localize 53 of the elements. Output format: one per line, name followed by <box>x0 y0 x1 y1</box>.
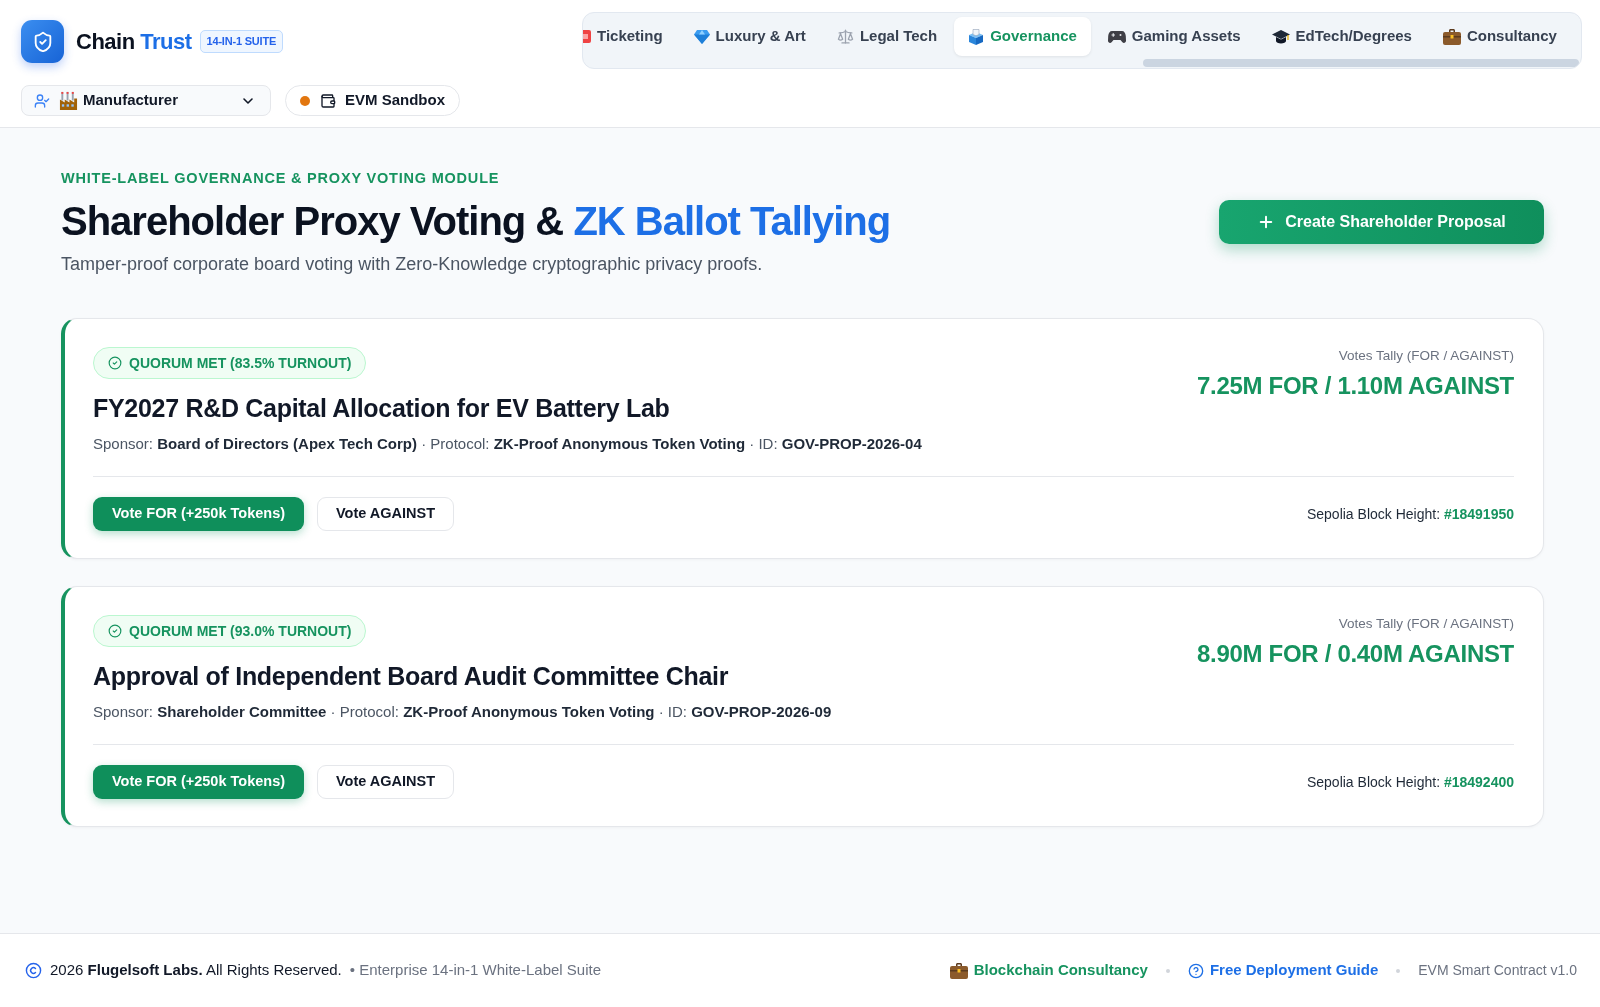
user-check-icon <box>34 92 50 109</box>
shield-logo-icon <box>21 20 64 63</box>
ticket-icon <box>583 30 591 43</box>
module-tab[interactable]: Governance <box>954 17 1091 56</box>
factory-icon <box>59 91 78 110</box>
suite-badge: 14-IN-1 SUITE <box>199 30 284 53</box>
role-select[interactable]: Manufacturer <box>21 85 271 116</box>
module-tab[interactable]: Ticketing <box>583 17 677 56</box>
proposal-meta: Sponsor: Board of Directors (Apex Tech Corp) · Protocol: ZK-Proof Anonymous Token Voting · ID: GOV-PROP-2026-04 <box>93 434 922 454</box>
copyright-text: 2026 Flugelsoft Labs. All Rights Reserved. <box>50 960 342 981</box>
block-height-text: Sepolia Block Height: #18492400 <box>1306 772 1514 792</box>
check-circle-icon <box>108 356 122 370</box>
deployment-guide-link[interactable]: Free Deployment Guide <box>1187 959 1379 982</box>
quorum-status-text: QUORUM MET (93.0% TURNOUT) <box>129 621 352 641</box>
create-proposal-button[interactable]: Create Shareholder Proposal <box>1219 200 1544 244</box>
page-title: Shareholder Proxy Voting & ZK Ballot Tallying <box>61 198 891 244</box>
module-tab[interactable]: EdTech/Degrees <box>1257 17 1426 56</box>
network-pill[interactable]: EVM Sandbox <box>285 85 460 116</box>
briefcase-icon <box>1442 28 1461 45</box>
scrollbar-thumb[interactable] <box>1143 59 1579 67</box>
wallet-icon <box>320 92 336 109</box>
proposal-title: Approval of Independent Board Audit Committee Chair <box>93 661 729 691</box>
brand-name: Chain Trust <box>76 28 192 56</box>
vote-tally: 8.90M FOR / 0.40M AGAINST <box>1196 639 1514 669</box>
ballot-box-icon <box>968 28 985 45</box>
vote-for-button[interactable]: Vote FOR (+250k Tokens) <box>93 497 304 531</box>
edition-text: • Enterprise 14-in-1 White-Label Suite <box>349 960 601 981</box>
vote-for-button[interactable]: Vote FOR (+250k Tokens) <box>93 765 304 799</box>
consultancy-link[interactable]: Blockchain Consultancy <box>949 959 1148 982</box>
module-tab[interactable]: Consultancy <box>1428 17 1571 56</box>
help-icon <box>1187 962 1204 979</box>
page-subtitle: Tamper-proof corporate board voting with Zero-Knowledge cryptographic privacy proofs. <box>61 253 764 276</box>
game-controller-icon <box>1107 29 1126 44</box>
diamond-icon <box>693 29 710 44</box>
check-circle-icon <box>108 624 122 638</box>
section-eyebrow: WHITE-LABEL GOVERNANCE & PROXY VOTING MODULE <box>61 169 501 188</box>
module-tab[interactable]: Legal Tech <box>822 17 952 56</box>
vote-tally: 7.25M FOR / 1.10M AGAINST <box>1196 371 1514 401</box>
vote-against-button[interactable]: Vote AGAINST <box>317 765 454 799</box>
proposal-title: FY2027 R&D Capital Allocation for EV Battery Lab <box>93 393 670 423</box>
tally-label: Votes Tally (FOR / AGAINST) <box>1338 347 1514 365</box>
module-tab[interactable]: Gaming Assets <box>1093 17 1255 56</box>
graduation-cap-icon <box>1271 29 1290 44</box>
vote-against-button[interactable]: Vote AGAINST <box>317 497 454 531</box>
version-text: EVM Smart Contract v1.0 <box>1418 961 1577 980</box>
quorum-status-text: QUORUM MET (83.5% TURNOUT) <box>129 353 352 373</box>
copyright-icon <box>25 962 42 979</box>
tally-label: Votes Tally (FOR / AGAINST) <box>1338 615 1514 633</box>
proposal-meta: Sponsor: Shareholder Committee · Protocol: ZK-Proof Anonymous Token Voting · ID: GOV-PROP-2026-09 <box>93 702 832 722</box>
module-tab[interactable]: Luxury & Art <box>679 17 820 56</box>
briefcase-icon <box>949 962 968 979</box>
scales-icon <box>836 28 854 45</box>
block-height-text: Sepolia Block Height: #18491950 <box>1306 504 1514 524</box>
